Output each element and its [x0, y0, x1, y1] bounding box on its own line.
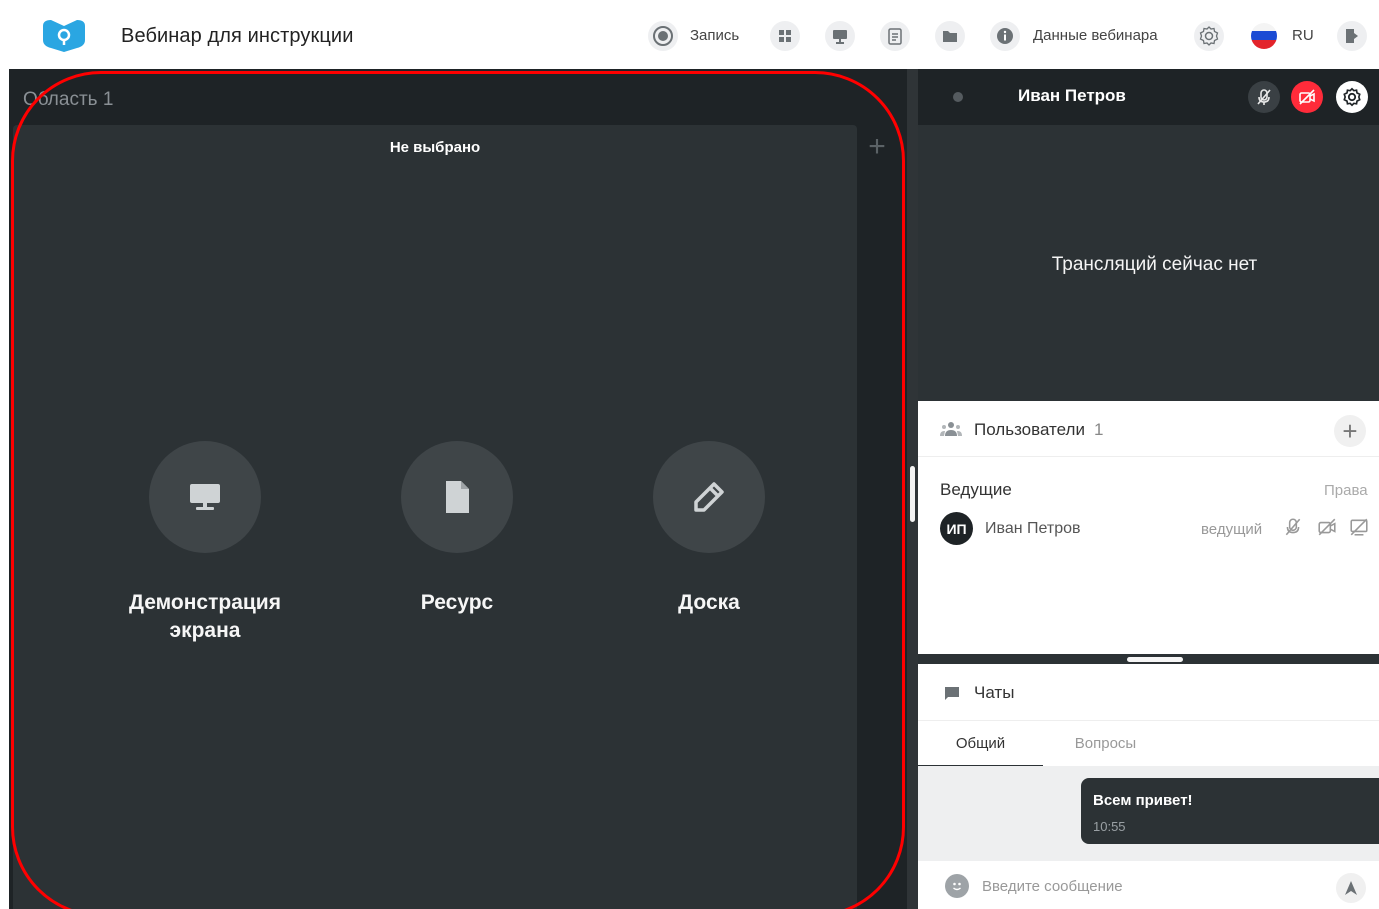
layout-button[interactable] [770, 21, 800, 51]
camera-off-icon [1299, 89, 1315, 105]
folder-icon [943, 31, 957, 42]
screen-share-option[interactable]: Демонстрация экрана [105, 441, 305, 645]
screen-share-button[interactable] [825, 21, 855, 51]
users-panel: Пользователи 1 + Ведущие Права ИП Иван П… [918, 401, 1379, 654]
users-title: Пользователи [974, 420, 1085, 439]
top-bar: Вебинар для инструкции Запись Данные веб… [0, 0, 1379, 69]
avatar: ИП [940, 512, 973, 545]
emoji-button[interactable] [945, 874, 969, 898]
send-button[interactable] [1336, 873, 1366, 903]
no-stream-message: Трансляций сейчас нет [1051, 254, 1258, 275]
resource-option[interactable]: Ресурс [357, 441, 557, 617]
camera-toggle-button[interactable] [1291, 81, 1323, 113]
flag-ru-icon [1251, 23, 1277, 49]
message-text: Всем привет! [1093, 792, 1193, 809]
chat-icon [945, 687, 959, 700]
emoji-icon [953, 882, 961, 891]
file-icon [446, 481, 469, 513]
resize-handle[interactable] [1127, 657, 1183, 662]
webinar-room: Вебинар для инструкции Запись Данные веб… [0, 0, 1379, 909]
resource-label: Ресурс [420, 591, 494, 614]
speaker-name: Иван Петров [1018, 86, 1126, 105]
message-time: 10:55 [1093, 819, 1126, 834]
area-title: Область 1 [23, 89, 114, 110]
chats-panel: Чаты Общий Вопросы Всем привет! 10:55 [918, 664, 1379, 909]
stage-tab-title[interactable]: Не выбрано [13, 139, 857, 156]
user-camera-off-icon[interactable] [1317, 517, 1337, 537]
chat-message: Всем привет! 10:55 [1081, 778, 1379, 844]
exit-icon [1346, 29, 1358, 43]
pencil-icon [694, 482, 724, 512]
send-icon [1345, 881, 1357, 895]
user-name: Иван Петров [985, 520, 1081, 537]
files-button[interactable] [935, 21, 965, 51]
monitor-icon [190, 484, 220, 510]
chat-composer [918, 861, 1379, 909]
record-label[interactable]: Запись [690, 27, 739, 44]
chat-tabs: Общий Вопросы [918, 720, 1379, 767]
settings-button[interactable] [1194, 21, 1224, 51]
record-icon [653, 26, 673, 46]
chat-messages: Всем привет! 10:55 [918, 766, 1379, 861]
webinar-data-label[interactable]: Данные вебинара [1033, 27, 1158, 44]
message-input[interactable] [982, 872, 1322, 900]
webinar-data-button[interactable] [990, 21, 1020, 51]
screen-share-label-2: экрана [169, 619, 241, 642]
exit-button[interactable] [1337, 21, 1367, 51]
info-icon [997, 28, 1013, 44]
video-settings-button[interactable] [1336, 81, 1368, 113]
status-indicator [953, 92, 963, 102]
rights-label: Права [1324, 482, 1368, 499]
screen-share-label-1: Демонстрация [129, 591, 281, 614]
webinar-title: Вебинар для инструкции [121, 25, 354, 47]
tab-general[interactable]: Общий [918, 721, 1043, 767]
whiteboard-option[interactable]: Доска [609, 441, 809, 617]
settings-icon [1343, 87, 1361, 107]
settings-icon [1199, 26, 1219, 46]
notes-icon [888, 27, 902, 45]
tab-questions[interactable]: Вопросы [1043, 721, 1168, 767]
record-button[interactable] [648, 21, 678, 51]
notes-button[interactable] [880, 21, 910, 51]
mic-off-icon [1257, 89, 1271, 105]
add-user-button[interactable]: + [1334, 415, 1366, 447]
mic-toggle-button[interactable] [1248, 81, 1280, 113]
language-label[interactable]: RU [1292, 27, 1314, 44]
layout-icon [779, 30, 791, 42]
user-screen-off-icon[interactable] [1349, 517, 1369, 537]
user-mic-off-icon[interactable] [1283, 517, 1303, 537]
screen-icon [833, 29, 847, 44]
users-count: 1 [1094, 420, 1104, 439]
video-panel: Иван Петров Трансляций сейчас нет [918, 69, 1379, 401]
users-icon [940, 422, 962, 436]
hosts-group-title: Ведущие [940, 480, 1012, 499]
video-header: Иван Петров [918, 69, 1379, 125]
language-button[interactable] [1249, 21, 1279, 51]
whiteboard-label: Доска [678, 591, 740, 614]
resize-handle[interactable] [910, 466, 915, 522]
users-header: Пользователи 1 + [918, 401, 1379, 457]
chats-title: Чаты [974, 683, 1015, 702]
logo-icon[interactable] [39, 18, 89, 54]
add-tab-button[interactable]: + [857, 125, 897, 169]
user-role: ведущий [1201, 521, 1263, 538]
